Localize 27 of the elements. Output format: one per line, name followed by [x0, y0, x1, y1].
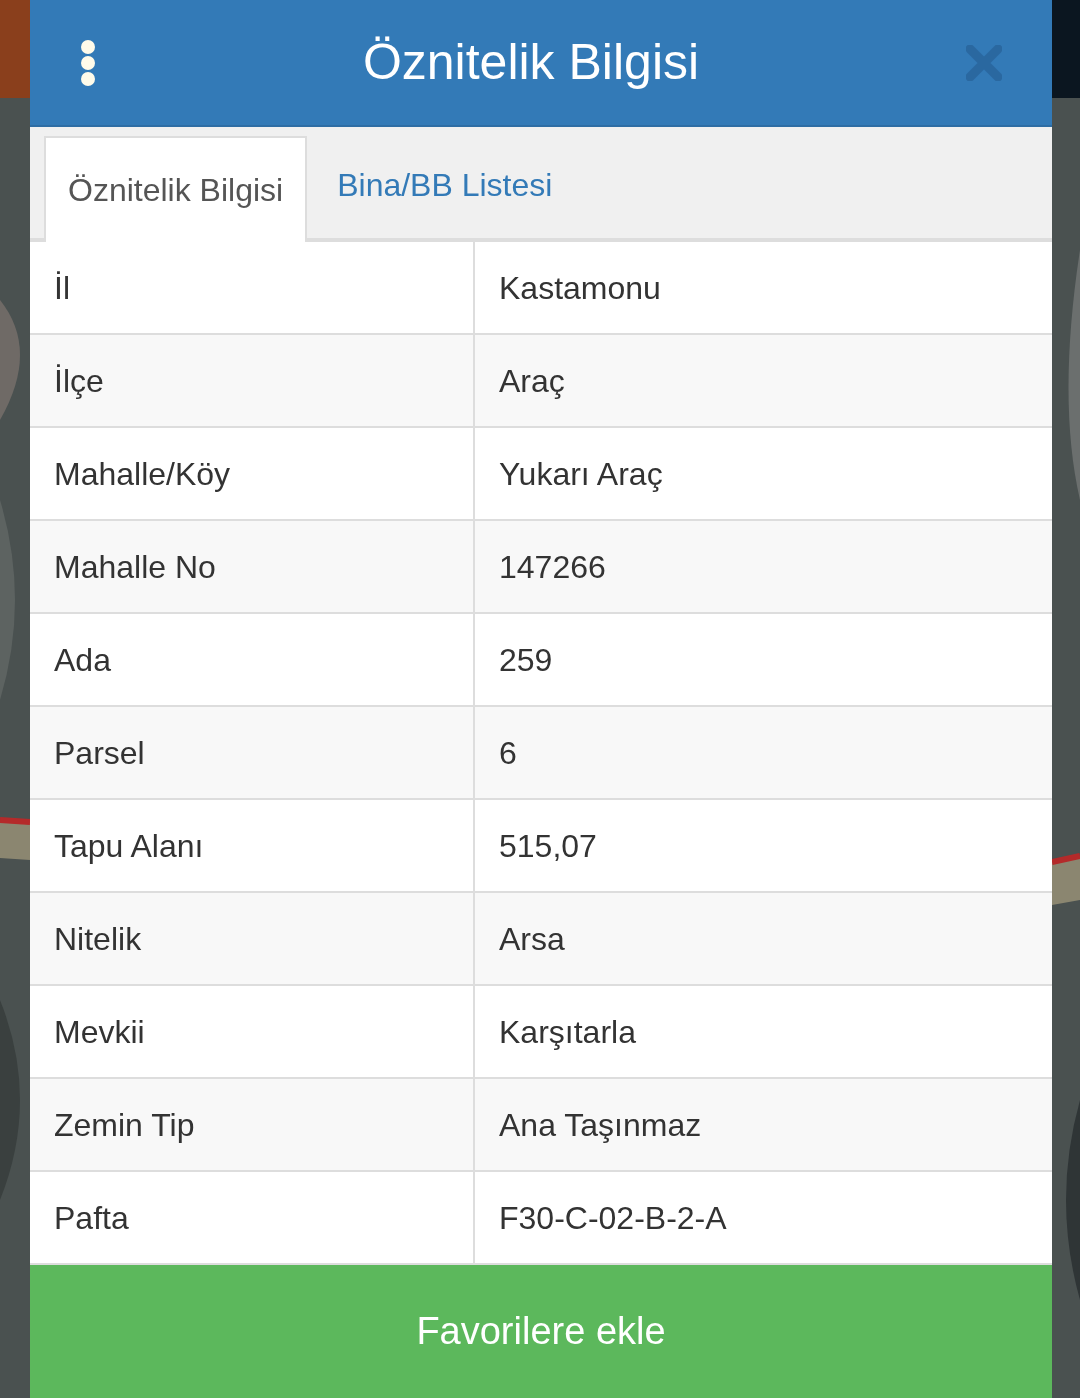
table-cell-text: F30-C-02-B-2-A: [498, 1198, 728, 1238]
table-cell: Mevkii: [30, 986, 475, 1077]
table-cell-text: Kastamonu: [498, 268, 662, 308]
table-cell: Tapu Alanı: [30, 800, 475, 891]
table-cell-text: 259: [498, 640, 554, 680]
table-cell-text: Arsa: [498, 919, 566, 959]
tab[interactable]: Öznitelik Bilgisi: [44, 136, 308, 242]
dialog-title: Öznitelik Bilgisi: [362, 33, 700, 92]
table-cell: Ada: [30, 614, 475, 705]
tab[interactable]: Bina/BB Listesi: [307, 132, 583, 238]
table-cell-text: Karşıtarla: [498, 1012, 637, 1052]
table-cell: Mahalle/Köy: [30, 428, 475, 519]
table-cell: Parsel: [30, 707, 475, 798]
table-cell: Pafta: [30, 1172, 475, 1263]
table-cell: Nitelik: [30, 893, 475, 984]
table-cell-text: Yukarı Araç: [498, 454, 664, 494]
table-cell: İl: [30, 242, 475, 333]
table-cell: İlçe: [30, 335, 475, 426]
table-cell-text: 147266: [498, 547, 607, 587]
table-cell: Zemin Tip: [30, 1079, 475, 1170]
table-cell-text: 515,07: [498, 826, 598, 866]
table-cell-text: 6: [498, 733, 518, 773]
table-cell: Mahalle No: [30, 521, 475, 612]
add-to-favorites-button[interactable]: Favorilere ekle: [30, 1265, 1052, 1398]
table-cell-text: Araç: [498, 361, 566, 401]
more-icon[interactable]: [80, 38, 96, 87]
table-cell-text: Ana Taşınmaz: [498, 1105, 703, 1145]
